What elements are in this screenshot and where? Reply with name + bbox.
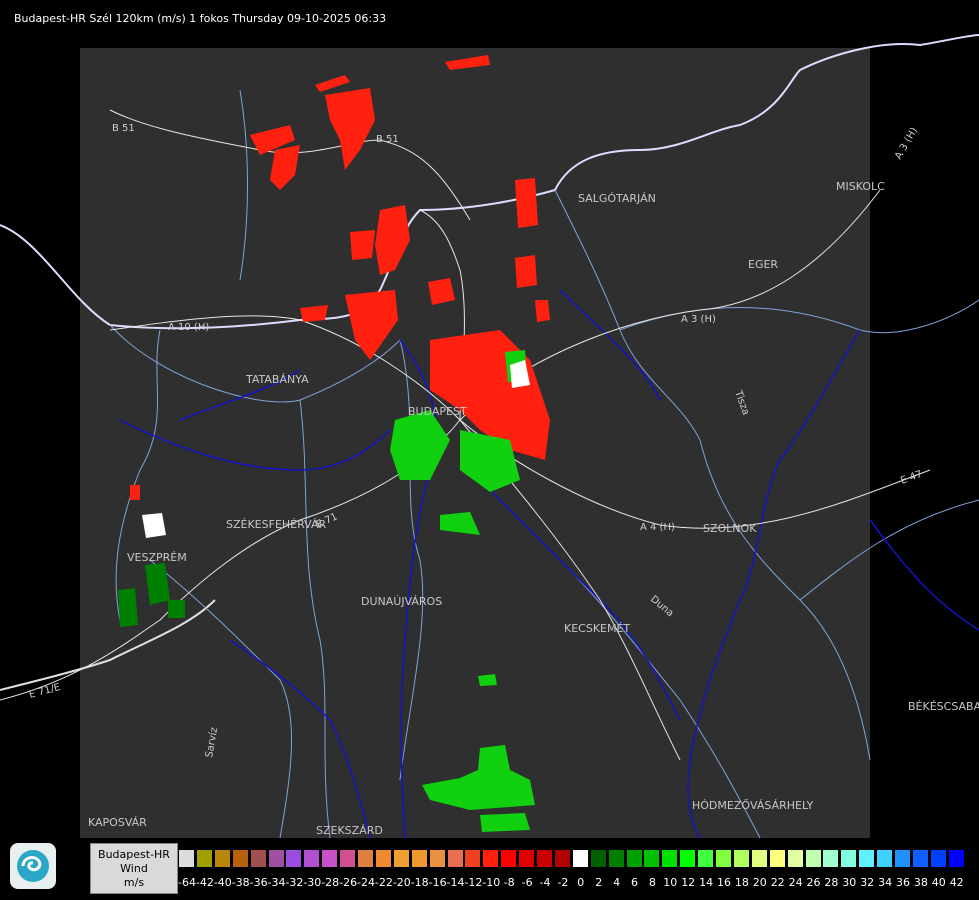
legend-swatch bbox=[195, 849, 213, 868]
legend-swatch bbox=[625, 849, 643, 868]
legend-swatch bbox=[303, 849, 321, 868]
legend-swatch bbox=[768, 849, 786, 868]
legend-swatch bbox=[947, 849, 965, 868]
legend-swatch bbox=[553, 849, 571, 868]
city-label: EGER bbox=[748, 258, 778, 271]
legend-swatch bbox=[374, 849, 392, 868]
legend-swatch bbox=[786, 849, 804, 868]
legend-swatch bbox=[357, 849, 374, 868]
road-label: A 3 (H) bbox=[893, 126, 920, 162]
legend-swatch bbox=[178, 849, 195, 868]
legend-swatch bbox=[661, 849, 679, 868]
legend-swatch bbox=[267, 849, 285, 868]
legend-swatch bbox=[929, 849, 947, 868]
road-label: B 51 bbox=[112, 123, 135, 134]
legend-swatch bbox=[231, 849, 249, 868]
road-label: A 4 (H) bbox=[640, 522, 675, 533]
legend-swatch bbox=[876, 849, 894, 868]
radar-map[interactable]: SALGÓTARJÁN MISKOLC EGER TATABÁNYA BUDAP… bbox=[0, 0, 979, 840]
legend-swatch bbox=[750, 849, 768, 868]
legend-swatch bbox=[894, 849, 911, 868]
legend-swatch bbox=[679, 849, 697, 868]
met-service-logo bbox=[10, 843, 56, 889]
legend-swatch bbox=[607, 849, 625, 868]
legend-swatch bbox=[249, 849, 267, 868]
legend-swatch bbox=[715, 849, 732, 868]
legend-swatch bbox=[392, 849, 410, 868]
legend-swatch bbox=[428, 849, 446, 868]
city-label: BÉKÉSCSABA bbox=[908, 700, 979, 713]
city-label: VESZPRÉM bbox=[127, 551, 187, 564]
legend-line-1: Budapest-HR bbox=[98, 848, 170, 861]
city-label: HÓDMEZŐVÁSÁRHELY bbox=[692, 798, 814, 812]
city-label: TATABÁNYA bbox=[245, 373, 309, 386]
road-label: A 10 (H) bbox=[168, 322, 209, 333]
city-label: SALGÓTARJÁN bbox=[578, 192, 656, 205]
city-label: MISKOLC bbox=[836, 180, 885, 193]
city-label: KAPOSVÁR bbox=[88, 816, 147, 829]
legend-swatch bbox=[518, 849, 536, 868]
legend-swatch bbox=[911, 849, 929, 868]
legend-swatch bbox=[589, 849, 607, 868]
legend-line-3: m/s bbox=[123, 876, 145, 889]
city-label: KECSKEMÉT bbox=[564, 622, 630, 635]
legend-line-2: Wind bbox=[120, 862, 148, 875]
city-label: BUDAPEST bbox=[408, 405, 467, 418]
city-label: SZOLNOK bbox=[703, 522, 757, 535]
legend-swatch bbox=[410, 849, 428, 868]
legend-value: 42 bbox=[949, 876, 964, 889]
legend-swatch bbox=[213, 849, 231, 868]
legend-swatch bbox=[697, 849, 715, 868]
legend-swatch bbox=[446, 849, 464, 868]
legend-swatch bbox=[571, 849, 589, 868]
road-label: E 47 bbox=[899, 469, 924, 487]
legend-swatch bbox=[840, 849, 858, 868]
city-label: DUNAÚJVÁROS bbox=[361, 595, 442, 608]
legend-swatch bbox=[822, 849, 840, 868]
city-label: SZEKSZÁRD bbox=[316, 824, 383, 837]
legend-swatch bbox=[285, 849, 303, 868]
legend-swatch bbox=[732, 849, 750, 868]
legend-swatch bbox=[482, 849, 500, 868]
legend-swatch bbox=[643, 849, 661, 868]
legend-swatch bbox=[464, 849, 482, 868]
legend-swatch bbox=[500, 849, 518, 868]
legend-title-box: Budapest-HR Wind m/s bbox=[90, 843, 178, 894]
city-label: SZÉKESFEHÉRVÁR bbox=[226, 518, 327, 531]
road-label: E 71/E bbox=[28, 682, 62, 701]
legend-swatch bbox=[339, 849, 357, 868]
legend-swatch bbox=[321, 849, 339, 868]
legend-swatch bbox=[536, 849, 553, 868]
legend-swatch bbox=[858, 849, 876, 868]
road-label: B 51 bbox=[376, 134, 399, 145]
legend-swatch bbox=[804, 849, 822, 868]
road-label: A 3 (H) bbox=[681, 314, 716, 325]
